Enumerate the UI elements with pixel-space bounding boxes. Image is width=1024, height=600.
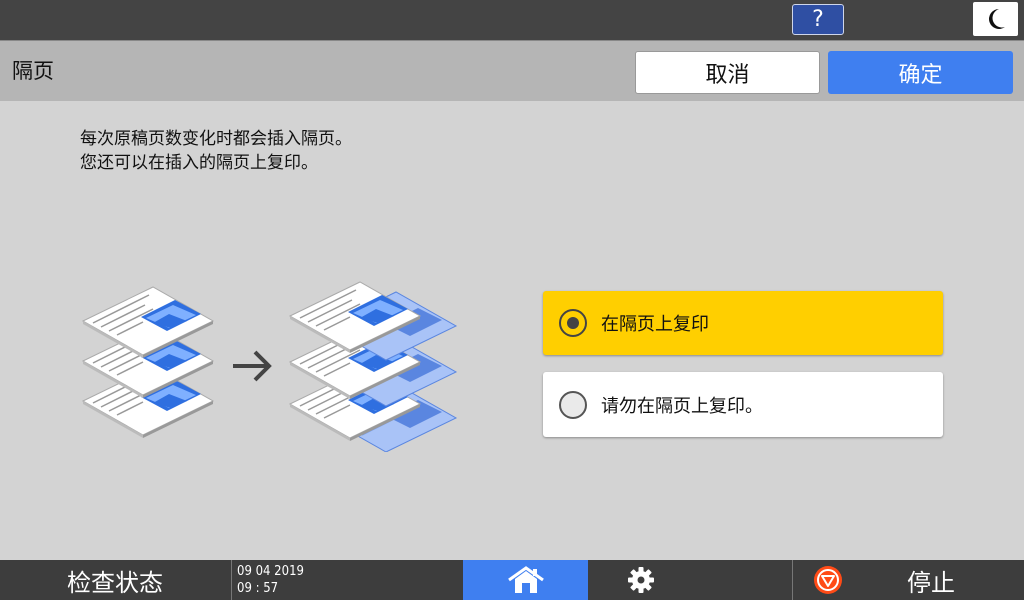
radio-button-selected[interactable]: [559, 309, 587, 337]
cancel-button[interactable]: 取消: [635, 51, 820, 94]
radio-button[interactable]: [559, 390, 587, 419]
slip-sheet-illustration: [82, 281, 457, 452]
moon-icon: [988, 9, 1005, 29]
description-text: 每次原稿页数变化时都会插入隔页。 您还可以在插入的隔页上复印。: [80, 127, 352, 175]
home-button[interactable]: [463, 560, 588, 600]
description-line-2: 您还可以在插入的隔页上复印。: [80, 153, 318, 173]
ok-button[interactable]: 确定: [828, 51, 1013, 94]
option-copy-on-slip[interactable]: 在隔页上复印: [543, 291, 943, 355]
option-label: 请勿在隔页上复印。: [601, 395, 763, 417]
date-time: 09 04 2019 09 : 57: [231, 560, 463, 600]
description-line-1: 每次原稿页数变化时都会插入隔页。: [80, 129, 352, 149]
original-sheet-1: [82, 286, 214, 359]
gear-icon: [627, 567, 654, 593]
settings-button[interactable]: [588, 560, 693, 600]
help-button[interactable]: ?: [792, 4, 844, 35]
arrow-right-icon: [233, 350, 272, 382]
stop-label: 停止: [907, 568, 955, 597]
stop-icon: [814, 566, 842, 594]
home-icon: [507, 566, 544, 593]
top-bar: ?: [0, 0, 1024, 40]
bottom-bar: 检查状态 09 04 2019 09 : 57 停止: [0, 560, 1024, 600]
option-no-copy-on-slip[interactable]: 请勿在隔页上复印。: [543, 372, 943, 437]
time-text: 09 : 57: [237, 581, 279, 596]
radio-dot: [567, 317, 579, 329]
check-status-button[interactable]: 检查状态: [0, 560, 230, 600]
option-label: 在隔页上复印: [601, 314, 709, 335]
header-bar: 隔页 取消 确定: [0, 40, 1024, 101]
date-text: 09 04 2019: [237, 564, 304, 579]
page-title: 隔页: [12, 59, 54, 83]
stop-button[interactable]: 停止: [792, 560, 1024, 600]
energy-saver-button[interactable]: [973, 2, 1018, 36]
